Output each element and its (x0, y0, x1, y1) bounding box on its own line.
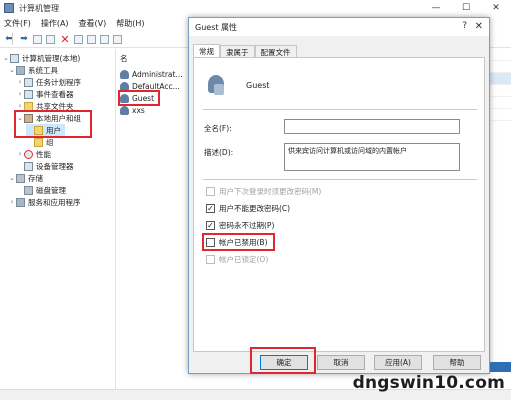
actions-pane (490, 49, 511, 359)
tree-item-label: 服务和应用程序 (28, 197, 81, 207)
tools-icon (16, 65, 25, 75)
highlight-box-ok (250, 347, 316, 374)
checkbox-box (206, 187, 215, 196)
delete-icon[interactable]: ✕ (59, 33, 71, 46)
back-arrow-icon[interactable]: ⬅ (3, 33, 15, 45)
user-list: 名 Administrat... DefaultAcc... Guest xxs (117, 49, 189, 389)
clock-icon (24, 77, 33, 87)
list-item[interactable]: Administrat... (120, 68, 183, 80)
tree-item-label: 存储 (28, 173, 43, 183)
window-title: 计算机管理 (19, 3, 59, 13)
tree-item-services-apps[interactable]: › 服务和应用程序 (8, 196, 81, 208)
tree-item-event-viewer[interactable]: › 事件查看器 (16, 88, 74, 100)
tree-item-storage[interactable]: ⌄ 存储 (8, 172, 43, 184)
list-column-header[interactable]: 名 (120, 52, 128, 64)
guest-properties-dialog: Guest 属性 ? ✕ 常规 隶属于 配置文件 Guest 全名(F): 描述… (188, 17, 490, 374)
close-button[interactable]: ✕ (482, 0, 510, 16)
tree-item-label: 性能 (36, 149, 51, 159)
tab-general[interactable]: 常规 (193, 44, 220, 57)
tab-profile[interactable]: 配置文件 (254, 45, 297, 57)
up-folder-icon[interactable] (33, 34, 42, 44)
dialog-close-button[interactable]: ✕ (475, 21, 483, 32)
divider (203, 179, 477, 180)
computer-icon (10, 53, 19, 63)
properties-icon[interactable] (74, 34, 83, 44)
apply-button[interactable]: 应用(A) (374, 355, 422, 370)
tree-item-performance[interactable]: › 性能 (16, 148, 51, 160)
chevron-down-icon[interactable]: ⌄ (8, 174, 16, 182)
checkbox-password-never-expires[interactable]: ✓ 密码永不过期(P) (206, 220, 274, 231)
divider (203, 109, 477, 110)
toolbar-separator (12, 33, 13, 45)
tree-item-label: 事件查看器 (36, 89, 74, 99)
chevron-right-icon[interactable]: › (16, 150, 24, 158)
chevron-down-icon[interactable]: ⌄ (2, 54, 10, 62)
export-list-icon[interactable] (100, 34, 109, 44)
maximize-button[interactable]: ☐ (452, 0, 480, 16)
chevron-right-icon[interactable]: › (16, 78, 24, 86)
menu-help[interactable]: 帮助(H) (116, 18, 144, 29)
tree-item-label: 系统工具 (28, 65, 58, 75)
username-label: Guest (246, 81, 270, 90)
help-icon[interactable] (113, 34, 122, 44)
fullname-input[interactable] (284, 119, 460, 134)
refresh-icon[interactable] (87, 34, 96, 44)
description-input[interactable]: 供来宾访问计算机或访问域的内置帐户 (284, 143, 460, 171)
tree-item-label: 计算机管理(本地) (22, 53, 81, 63)
description-label: 描述(D): (204, 148, 234, 157)
user-icon (120, 69, 129, 79)
highlight-box-guest (118, 90, 160, 106)
chevron-down-icon[interactable]: ⌄ (8, 66, 16, 74)
menu-action[interactable]: 操作(A) (41, 18, 69, 29)
folder-icon (34, 137, 43, 147)
checkbox-cannot-change-password[interactable]: ✓ 用户不能更改密码(C) (206, 203, 290, 214)
tree-item-label: 磁盘管理 (36, 185, 66, 195)
minimize-button[interactable]: — (422, 0, 450, 16)
disk-icon (24, 185, 33, 195)
menu-view[interactable]: 查看(V) (79, 18, 107, 29)
tree-item-label: 设备管理器 (36, 161, 74, 171)
chevron-right-icon[interactable]: › (8, 198, 16, 206)
tree-item-system-tools[interactable]: ⌄ 系统工具 (8, 64, 58, 76)
checkbox-account-locked[interactable]: 帐户已锁定(O) (206, 254, 268, 265)
help-button[interactable]: 帮助 (433, 355, 481, 370)
event-icon (24, 89, 33, 99)
device-icon (24, 161, 33, 171)
dialog-tabs: 常规 隶属于 配置文件 (193, 44, 297, 57)
checkbox-must-change-password[interactable]: 用户下次登录时须更改密码(M) (206, 186, 321, 197)
performance-icon (24, 149, 33, 159)
highlight-box-users (14, 110, 92, 138)
user-icon-overlay (214, 84, 224, 95)
fullname-label: 全名(F): (204, 124, 232, 133)
chevron-right-icon[interactable]: › (16, 90, 24, 98)
watermark: dngswin10.com (352, 373, 505, 393)
dialog-title-bar: Guest 属性 (189, 18, 489, 36)
user-icon (120, 105, 129, 115)
services-icon (16, 197, 25, 207)
dialog-help-button[interactable]: ? (462, 21, 467, 31)
tree-item-task-scheduler[interactable]: › 任务计划程序 (16, 76, 81, 88)
tab-member-of[interactable]: 隶属于 (220, 45, 255, 57)
highlight-box-account-disabled (202, 233, 275, 251)
menu-file[interactable]: 文件(F) (4, 18, 31, 29)
checkbox-box (206, 255, 215, 264)
dialog-title: Guest 属性 (195, 22, 238, 32)
tree-item-device-manager[interactable]: 设备管理器 (16, 160, 74, 172)
cancel-button[interactable]: 取消 (317, 355, 365, 370)
tree-item-label: 任务计划程序 (36, 77, 81, 87)
general-panel: Guest 全名(F): 描述(D): 供来宾访问计算机或访问域的内置帐户 用户… (193, 57, 485, 352)
tree-item-computer-management[interactable]: ⌄ 计算机管理(本地) (2, 52, 80, 64)
storage-icon (16, 173, 25, 183)
checkmark-icon: ✓ (206, 220, 215, 230)
checkmark-icon: ✓ (206, 203, 215, 213)
navigation-tree: ⌄ 计算机管理(本地) ⌄ 系统工具 › 任务计划程序 › 事件查看器 › 共享… (0, 49, 116, 389)
watermark-logo (490, 362, 511, 372)
computer-management-icon (4, 3, 14, 13)
show-tree-icon[interactable] (46, 34, 55, 44)
tree-item-label: 组 (46, 137, 54, 147)
tree-item-disk-management[interactable]: 磁盘管理 (16, 184, 66, 196)
forward-arrow-icon[interactable]: ➡ (18, 33, 30, 45)
chevron-right-icon[interactable]: › (16, 102, 24, 110)
